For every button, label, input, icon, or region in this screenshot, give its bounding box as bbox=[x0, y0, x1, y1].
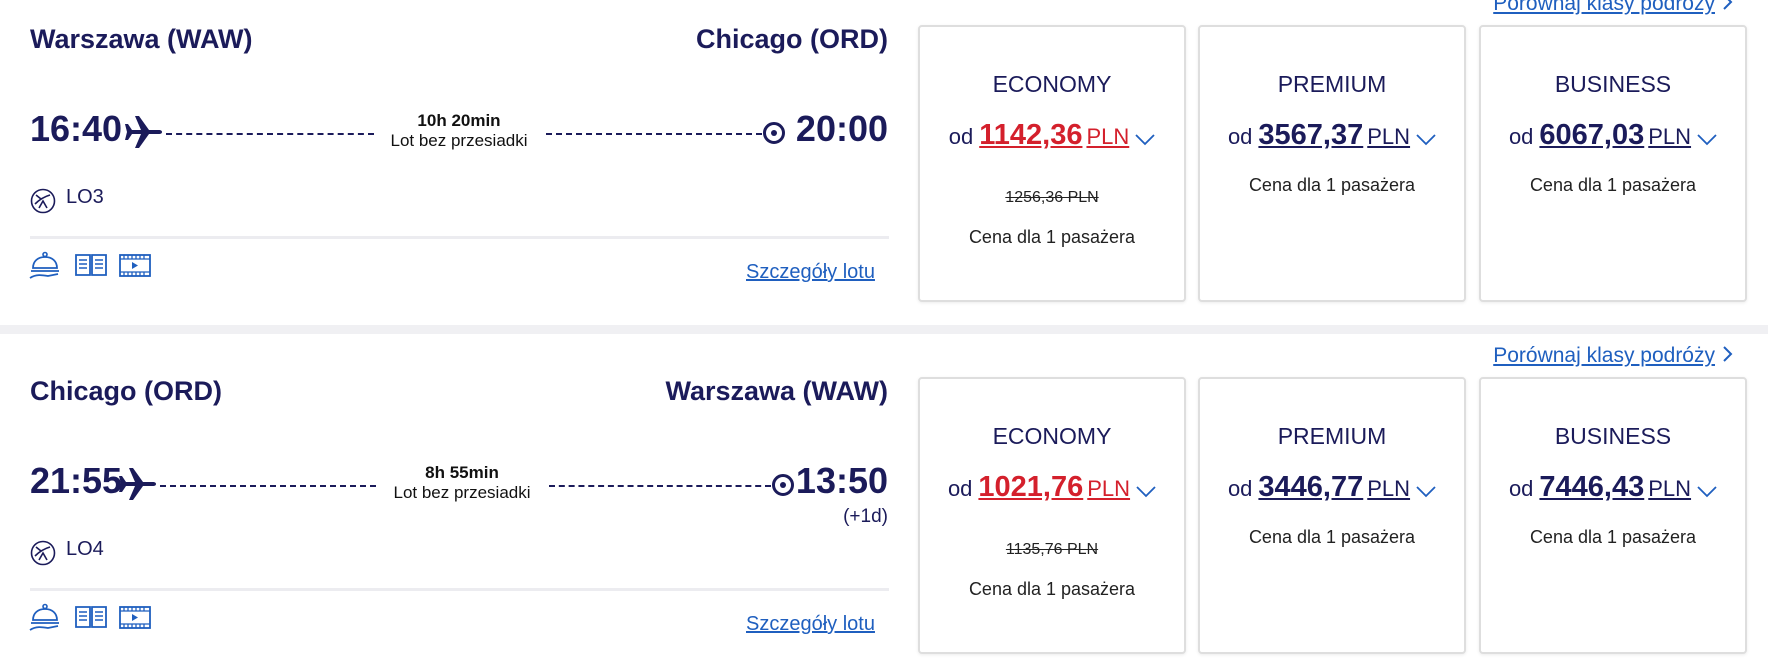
video-entertainment-icon bbox=[119, 254, 151, 277]
fare-class-label: PREMIUM bbox=[1277, 423, 1387, 449]
fare-amount: 3567,37 bbox=[1258, 119, 1364, 151]
compare-classes-link[interactable]: Porównaj klasy podróży bbox=[1493, 0, 1733, 16]
route-line-right bbox=[546, 133, 762, 135]
fare-prefix: od bbox=[1508, 124, 1534, 149]
book-reading-icon bbox=[75, 254, 107, 276]
chevron-right-icon bbox=[1723, 0, 1733, 10]
flight-number: LO3 bbox=[66, 186, 104, 208]
compare-classes-label: Porównaj klasy podróży bbox=[1493, 344, 1715, 367]
flight-row: Porównaj klasy podróży Warszawa (WAW) Ch… bbox=[0, 0, 1768, 325]
route-line-left bbox=[160, 485, 376, 487]
fare-amount: 6067,03 bbox=[1539, 119, 1645, 151]
arrival-time: 13:50 bbox=[795, 460, 888, 501]
fare-currency: PLN bbox=[1087, 476, 1131, 501]
fare-price: od 1142,36 PLN bbox=[920, 119, 1184, 152]
fare-class-label: ECONOMY bbox=[992, 71, 1112, 97]
fare-note: Cena dla 1 pasażera bbox=[968, 579, 1136, 599]
flight-row: Porównaj klasy podróży Chicago (ORD) War… bbox=[0, 334, 1768, 670]
fare-currency: PLN bbox=[1367, 476, 1411, 501]
fare-card-economy[interactable]: ECONOMY od 1142,36 PLN 1256,36 PLN Cena dl… bbox=[918, 25, 1186, 302]
flight-details-link[interactable]: Szczegóły lotu bbox=[746, 613, 875, 636]
departure-time: 16:40 bbox=[30, 108, 123, 149]
chevron-down-icon bbox=[1135, 134, 1155, 146]
fare-card-business[interactable]: BUSINESS od 6067,03 PLN Cena dla 1 pasażer… bbox=[1479, 25, 1747, 302]
flight-duration: 10h 20min bbox=[417, 111, 501, 130]
meal-cloche-icon bbox=[29, 251, 59, 279]
fare-old-price: 1135,76 PLN bbox=[1005, 541, 1099, 558]
fare-currency: PLN bbox=[1648, 124, 1692, 149]
fare-currency: PLN bbox=[1367, 124, 1411, 149]
chevron-right-icon bbox=[1723, 346, 1733, 362]
fare-prefix: od bbox=[947, 476, 973, 501]
fare-class-label: BUSINESS bbox=[1554, 71, 1672, 97]
fare-old-price: 1256,36 PLN bbox=[1005, 189, 1099, 206]
origin-city: Warszawa (WAW) bbox=[30, 24, 253, 54]
destination-city: Warszawa (WAW) bbox=[665, 376, 888, 406]
fare-note: Cena dla 1 pasażera bbox=[968, 227, 1136, 247]
chevron-down-icon bbox=[1416, 134, 1436, 146]
divider bbox=[30, 588, 889, 591]
destination-target-icon bbox=[763, 122, 785, 144]
destination-target-icon bbox=[772, 474, 794, 496]
fare-note: Cena dla 1 pasażera bbox=[1248, 527, 1416, 547]
fare-card-economy[interactable]: ECONOMY od 1021,76 PLN 1135,76 PLN Cena dl… bbox=[918, 377, 1186, 654]
fare-class-label: PREMIUM bbox=[1277, 71, 1387, 97]
meal-cloche-icon bbox=[29, 603, 59, 631]
lot-crane-logo-icon bbox=[30, 188, 56, 214]
compare-classes-link[interactable]: Porównaj klasy podróży bbox=[1493, 344, 1733, 368]
book-reading-icon bbox=[75, 606, 107, 628]
fare-amount: 1021,76 bbox=[978, 471, 1084, 503]
fare-price: od 1021,76 PLN bbox=[920, 471, 1184, 504]
fare-prefix: od bbox=[1227, 476, 1253, 501]
flight-duration: 8h 55min bbox=[425, 463, 499, 482]
fare-card-premium[interactable]: PREMIUM od 3567,37 PLN Cena dla 1 pasażera bbox=[1198, 25, 1466, 302]
fare-prefix: od bbox=[948, 124, 974, 149]
fare-currency: PLN bbox=[1086, 124, 1130, 149]
chevron-down-icon bbox=[1697, 486, 1717, 498]
fare-prefix: od bbox=[1508, 476, 1534, 501]
fare-currency: PLN bbox=[1648, 476, 1692, 501]
route-line-right bbox=[549, 485, 771, 487]
video-entertainment-icon bbox=[119, 606, 151, 629]
flight-details-link[interactable]: Szczegóły lotu bbox=[746, 261, 875, 284]
fare-amount: 7446,43 bbox=[1539, 471, 1645, 503]
fare-class-label: ECONOMY bbox=[992, 423, 1112, 449]
fare-card-premium[interactable]: PREMIUM od 3446,77 PLN Cena dla 1 pasażera bbox=[1198, 377, 1466, 654]
fare-amount: 1142,36 bbox=[979, 119, 1083, 151]
departure-time: 21:55 bbox=[30, 460, 123, 501]
destination-city: Chicago (ORD) bbox=[696, 24, 888, 54]
airplane-icon bbox=[125, 116, 162, 148]
airplane-icon bbox=[119, 468, 156, 500]
fare-amount: 3446,77 bbox=[1258, 471, 1364, 503]
divider bbox=[30, 236, 889, 239]
stops-info: Lot bez przesiadki bbox=[393, 483, 531, 502]
fare-note: Cena dla 1 pasażera bbox=[1529, 527, 1697, 547]
route-line-left bbox=[166, 133, 374, 135]
origin-city: Chicago (ORD) bbox=[30, 376, 222, 406]
fare-note: Cena dla 1 pasażera bbox=[1248, 175, 1416, 195]
fare-price: od 3567,37 PLN bbox=[1200, 119, 1464, 152]
chevron-down-icon bbox=[1697, 134, 1717, 146]
arrival-time: 20:00 bbox=[795, 108, 888, 149]
fare-card-business[interactable]: BUSINESS od 7446,43 PLN Cena dla 1 pasażer… bbox=[1479, 377, 1747, 654]
chevron-down-icon bbox=[1136, 486, 1156, 498]
fare-price: od 3446,77 PLN bbox=[1200, 471, 1464, 504]
flight-number: LO4 bbox=[66, 538, 104, 560]
next-day-indicator: (+1d) bbox=[843, 506, 888, 527]
lot-crane-logo-icon bbox=[30, 540, 56, 566]
chevron-down-icon bbox=[1416, 486, 1436, 498]
row-separator bbox=[0, 325, 1768, 334]
stops-info: Lot bez przesiadki bbox=[390, 131, 528, 150]
fare-prefix: od bbox=[1227, 124, 1253, 149]
fare-price: od 6067,03 PLN bbox=[1481, 119, 1745, 152]
fare-price: od 7446,43 PLN bbox=[1481, 471, 1745, 504]
fare-note: Cena dla 1 pasażera bbox=[1529, 175, 1697, 195]
fare-class-label: BUSINESS bbox=[1554, 423, 1672, 449]
compare-classes-label: Porównaj klasy podróży bbox=[1493, 0, 1715, 15]
